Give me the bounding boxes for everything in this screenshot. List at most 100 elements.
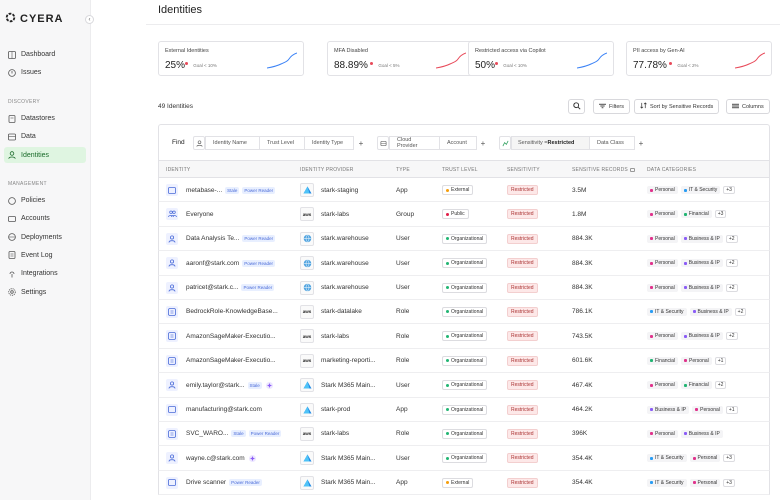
table-row[interactable]: Data Analysis Te... Power Reader stark.war… [158,226,770,252]
table-row[interactable]: BedrockRole-KnowledgeBase... aws stark-dat… [158,299,770,325]
deployments-icon [8,233,16,241]
filter-account[interactable]: Account [439,136,477,150]
more-categories-button[interactable]: +3 [714,210,727,219]
sensitivity-badge: Restricted [507,209,538,220]
category-label: Business & IP [688,430,720,437]
sidebar-item-data[interactable]: Data [4,129,86,145]
table-row[interactable]: emily.taylor@stark... Stale Stark M365 Mai… [158,373,770,398]
col-sensitive-records[interactable]: SENSITIVE RECORDS [572,167,635,173]
role-identity-icon [166,330,178,343]
sensitive-records: 464.2K [572,406,593,414]
app-identity-icon [166,403,178,416]
sidebar-item-event-log[interactable]: Event Log [4,247,86,263]
identity-name[interactable]: aaronf@stark.com [186,260,239,267]
sidebar-item-identities[interactable]: Identities [4,147,86,164]
identity-name[interactable]: AmazonSageMaker-Executio... [186,333,276,340]
table-row[interactable]: Drive scanner Power Reader Stark M365 Main… [158,470,770,496]
table-row[interactable]: metabase-... Stale Power Reader stark-stagi… [158,178,770,203]
metric-card-value: 25% [165,60,186,71]
metric-card[interactable]: MFA Disabled 88.89% Goal < 5% [327,41,473,76]
more-categories-button[interactable]: +3 [723,186,735,194]
identity-name[interactable]: SVC_WARO... [186,430,228,437]
sidebar-item-accounts[interactable]: Accounts [4,211,86,227]
filter-trust-level[interactable]: Trust Level [259,136,305,150]
metric-card[interactable]: External Identities 25% Goal < 10% [158,41,304,76]
sidebar-item-dashboard[interactable]: Dashboard [4,47,86,63]
identity-name[interactable]: wayne.c@stark.com [186,455,245,462]
eventlog-icon [8,251,16,260]
metric-card[interactable]: Restricted access via Copilot 50% Goal < 1… [468,41,614,76]
table-row[interactable]: wayne.c@stark.com Stark M365 Main... User O… [158,446,770,471]
add-data-filter-button[interactable]: + [635,136,647,150]
col-type[interactable]: TYPE [396,167,410,173]
table-row[interactable]: patricet@stark.c... Power Reader stark.war… [158,275,770,300]
sidebar-item-integrations[interactable]: Integrations [4,266,86,282]
stale-badge: Stale [225,186,240,194]
add-identity-filter-button[interactable]: + [355,136,367,150]
category-label: Personal [655,187,675,193]
metric-card-title: MFA Disabled [334,48,368,54]
trust-level-dot [446,359,449,363]
col-data-categories[interactable]: DATA CATEGORIES [647,167,696,173]
sensitivity-cell: Restricted [507,227,538,251]
table-row[interactable]: AmazonSageMaker-Executio... aws marketing-… [158,348,770,374]
trust-level-cell: Organizational [442,349,488,373]
identity-name[interactable]: Data Analysis Te... [186,235,239,242]
more-categories-button[interactable]: +1 [725,405,738,414]
metric-card-title: Restricted access via Copilot [475,48,546,54]
search-button[interactable] [568,99,585,114]
data-categories-cell: Personal IT & Security +3 [647,178,769,202]
more-categories-button[interactable]: +2 [725,283,738,292]
identity-name[interactable]: Drive scanner [186,479,226,486]
more-categories-button[interactable]: +2 [714,381,727,390]
sidebar-item-datastores[interactable]: Datastores [4,111,86,127]
table-row[interactable]: SVC_WARO... Stale Power Reader aws stark-lab… [158,421,770,447]
more-categories-button[interactable]: +3 [723,478,735,487]
table-row[interactable]: Everyone aws stark-labs Group Public Restrict… [158,202,770,227]
more-categories-button[interactable]: +3 [723,454,735,463]
table-row[interactable]: manufacturing@stark.com stark-prod App Orga… [158,397,770,422]
sidebar-item-deployments[interactable]: Deployments [4,229,86,245]
identity-name[interactable]: metabase-... [186,187,222,194]
identity-name[interactable]: BedrockRole-KnowledgeBase... [186,308,278,315]
add-cloud-filter-button[interactable]: + [477,136,489,150]
category-label: IT & Security [655,455,684,462]
columns-button[interactable]: Columns [726,99,770,114]
table-body: metabase-... Stale Power Reader stark-stagi… [158,178,770,496]
identity-name[interactable]: patricet@stark.c... [186,284,238,291]
filter-sensitivity-restricted[interactable]: Sensitivity = Restricted [511,136,590,150]
filter-identity-type[interactable]: Identity Type [304,136,354,150]
identity-name[interactable]: emily.taylor@stark... [186,382,245,389]
filter-data-class[interactable]: Data Class [589,136,635,150]
col-trust-level[interactable]: TRUST LEVEL [442,167,478,173]
more-categories-button[interactable]: +2 [725,234,738,243]
table-row[interactable]: aaronf@stark.com Power Reader stark.wareho… [158,251,770,276]
sort-button[interactable]: Sort by Sensitive Records [634,99,720,114]
data-categories-cell: Personal Financial +3 [647,202,769,226]
more-categories-button[interactable]: +2 [734,307,747,316]
identity-name[interactable]: manufacturing@stark.com [186,406,262,413]
collapse-sidebar-icon[interactable]: ‹ [85,15,94,24]
brand-logo[interactable]: CYERA [5,12,64,25]
identity-name[interactable]: Everyone [186,211,213,218]
filters-button[interactable]: Filters [593,99,630,114]
sidebar-item-policies[interactable]: Policies [4,193,86,209]
more-categories-button[interactable]: +1 [714,356,727,365]
filter-cloud-provider[interactable]: Cloud Provider [389,136,440,150]
sidebar-item-settings[interactable]: Settings [4,284,86,300]
metric-alert-dot [370,62,374,65]
trust-level-badge: Organizational [442,355,488,366]
metric-card[interactable]: PII access by Gen-AI 77.78% Goal < 2% [626,41,772,76]
table-row[interactable]: AmazonSageMaker-Executio... aws stark-labs… [158,324,770,349]
col-identity-provider[interactable]: IDENTITY PROVIDER [300,167,354,173]
more-categories-button[interactable]: +2 [725,332,738,341]
sidebar-item-issues[interactable]: Issues [4,65,86,81]
data-categories-cell: Business & IP Personal +1 [647,398,769,422]
identity-name[interactable]: AmazonSageMaker-Executio... [186,357,276,364]
col-sensitivity[interactable]: SENSITIVITY [507,167,540,173]
col-identity[interactable]: IDENTITY [166,167,190,173]
more-categories-button[interactable]: +2 [725,259,738,268]
data-category-chip: IT & Security [680,186,721,194]
data-category-chip: Business & IP [680,234,723,243]
filter-identity-name[interactable]: Identity Name [205,136,260,150]
